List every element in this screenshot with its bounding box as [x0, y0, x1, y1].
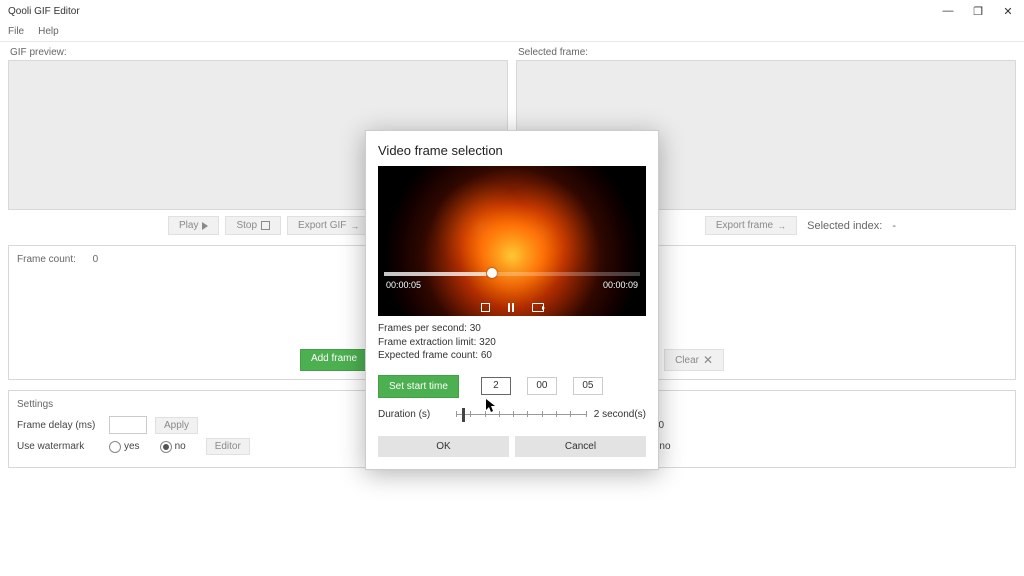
cancel-button[interactable]: Cancel [515, 436, 646, 457]
fps-label: Frames per second: [378, 323, 467, 334]
duration-label: Duration (s) [378, 409, 448, 420]
start-time-input-c[interactable]: 05 [573, 377, 603, 395]
start-time-input-a[interactable]: 2 [481, 377, 511, 395]
duration-slider[interactable] [456, 408, 586, 422]
seek-track[interactable] [384, 272, 640, 276]
time-total: 00:00:09 [603, 280, 638, 290]
dialog-title: Video frame selection [378, 143, 646, 158]
set-start-time-button[interactable]: Set start time [378, 375, 459, 398]
expected-count-value: 60 [481, 350, 492, 361]
time-current: 00:00:05 [386, 280, 421, 290]
expected-count-label: Expected frame count: [378, 350, 478, 361]
pause-icon[interactable] [508, 303, 514, 312]
loop-icon[interactable] [532, 303, 544, 312]
fps-value: 30 [470, 323, 481, 334]
extraction-limit-label: Frame extraction limit: [378, 337, 476, 348]
extraction-limit-value: 320 [479, 337, 496, 348]
video-preview: 00:00:05 00:00:09 [378, 166, 646, 316]
ok-button[interactable]: OK [378, 436, 509, 457]
stop-video-icon[interactable] [481, 303, 490, 312]
video-content [378, 166, 646, 316]
duration-unit: second(s) [602, 409, 646, 420]
start-time-input-b[interactable]: 00 [527, 377, 557, 395]
duration-handle[interactable] [462, 408, 465, 422]
modal-overlay: Video frame selection 00:00:05 00:00:09 … [0, 0, 1024, 576]
video-frame-selection-dialog: Video frame selection 00:00:05 00:00:09 … [365, 130, 659, 470]
duration-value: 2 [594, 409, 600, 420]
